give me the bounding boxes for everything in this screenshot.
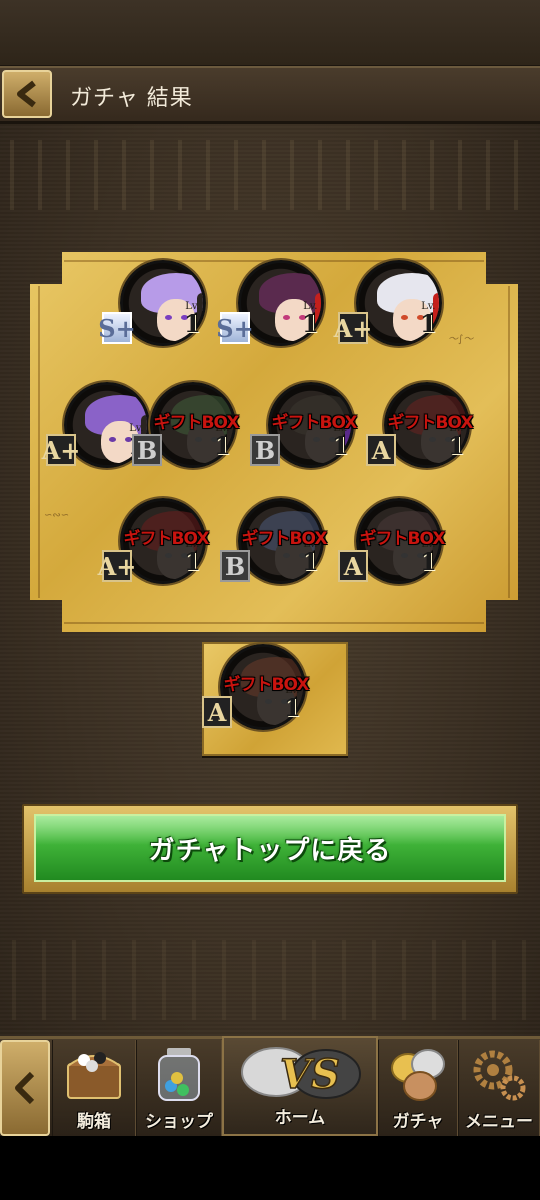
level-value: 1 [302,309,319,338]
result-card[interactable]: A Lv. 1 ギフトBOX [336,494,446,604]
page-title: ガチャ 結果 [70,86,193,111]
gift-box-label: ギフトBOX [223,675,310,695]
character-eye-left [401,315,408,320]
level-indicator: Lv.1 [420,302,437,336]
chevron-left-icon [17,80,36,108]
character-eye-left [429,437,436,442]
character-eye-left [165,315,172,320]
level-indicator: Lv.1 [302,302,319,336]
rarity-badge: A+ [97,550,137,582]
level-value: 1 [184,309,201,338]
result-card[interactable]: A Lv. 1 ギフトBOX [364,378,474,488]
svg-text:VS: VS [280,1051,340,1098]
signature-scribble: ∽∾∽ [44,510,70,521]
result-card[interactable]: A+ Lv.1 [333,256,446,366]
result-card[interactable]: B Lv. 1 ギフトBOX [130,378,240,488]
gacha-top-button[interactable]: ガチャトップに戻る [34,814,506,882]
rarity-badge: B [220,550,250,582]
nav-item-menu[interactable]: メニュー [458,1040,540,1136]
level-value: 1 [214,431,231,460]
rarity-badge: S+ [98,312,136,344]
chevron-left-icon [15,1071,35,1105]
gears-icon [473,1050,526,1101]
character-eye-left [283,315,290,320]
rarity-badge: A+ [333,312,373,344]
result-card[interactable]: A Lv. 1 ギフトBOX [200,640,310,750]
gift-box-label: ギフトBOX [271,413,358,433]
result-card[interactable]: B Lv. 1 ギフトBOX [248,378,358,488]
gift-box-label: ギフトBOX [387,413,474,433]
level-value: 1 [332,431,349,460]
rarity-badge: B [132,434,162,466]
rarity-badge: B [250,434,280,466]
nav-item-shop[interactable]: ショップ [136,1040,222,1136]
nav-item-komabako[interactable]: 駒箱 [52,1040,136,1136]
level-value: 1 [184,547,201,576]
chest-icon [67,1052,121,1099]
character-eye-left [283,553,290,558]
background-glyphs [0,140,540,210]
character-eye-left [109,437,116,442]
rarity-badge: A [338,550,368,582]
rarity-badge: S+ [216,312,254,344]
gift-box-label: ギフトBOX [359,529,446,549]
level-value: 1 [420,309,437,338]
nav-item-home[interactable]: VS ホーム [222,1036,378,1136]
character-eye-left [195,437,202,442]
rarity-badge: A+ [41,434,81,466]
character-eye-left [401,553,408,558]
rarity-badge: A [366,434,396,466]
signature-scribble: 〜∫〜 [448,334,474,345]
gift-box-label: ギフトBOX [123,529,210,549]
character-eye-left [313,437,320,442]
level-value: 1 [302,547,319,576]
nav-item-gacha[interactable]: ガチャ [378,1040,458,1136]
result-card[interactable]: S+ Lv. 1 [216,256,328,366]
rarity-badge: A [202,696,232,728]
gacha-top-button-frame[interactable]: ガチャトップに戻る [22,804,518,894]
gacha-top-button-label: ガチャトップに戻る [148,835,392,866]
gift-box-label: ギフトBOX [241,529,328,549]
level-value: 1 [420,547,437,576]
vs-coins-icon: VS [241,1047,361,1099]
result-card[interactable]: B Lv. 1 ギフトBOX [218,494,328,604]
character-eye-left [265,699,272,704]
system-bar [0,1136,540,1200]
character-eye-left [165,553,172,558]
top-decoration-strip [0,0,540,66]
coin-jar-icon [158,1048,200,1101]
background-glyphs-lower [0,940,540,1020]
level-value: 1 [448,431,465,460]
level-value: 1 [284,693,301,722]
result-card[interactable]: S+ Lv. 1 [98,256,210,366]
level-indicator: Lv.1 [184,302,201,336]
back-button[interactable] [2,70,52,118]
result-card[interactable]: A+ Lv. 1 ギフトBOX [97,494,210,604]
coins-icon [391,1049,445,1101]
gift-box-label: ギフトBOX [153,413,240,433]
nav-back-button[interactable] [0,1040,50,1136]
